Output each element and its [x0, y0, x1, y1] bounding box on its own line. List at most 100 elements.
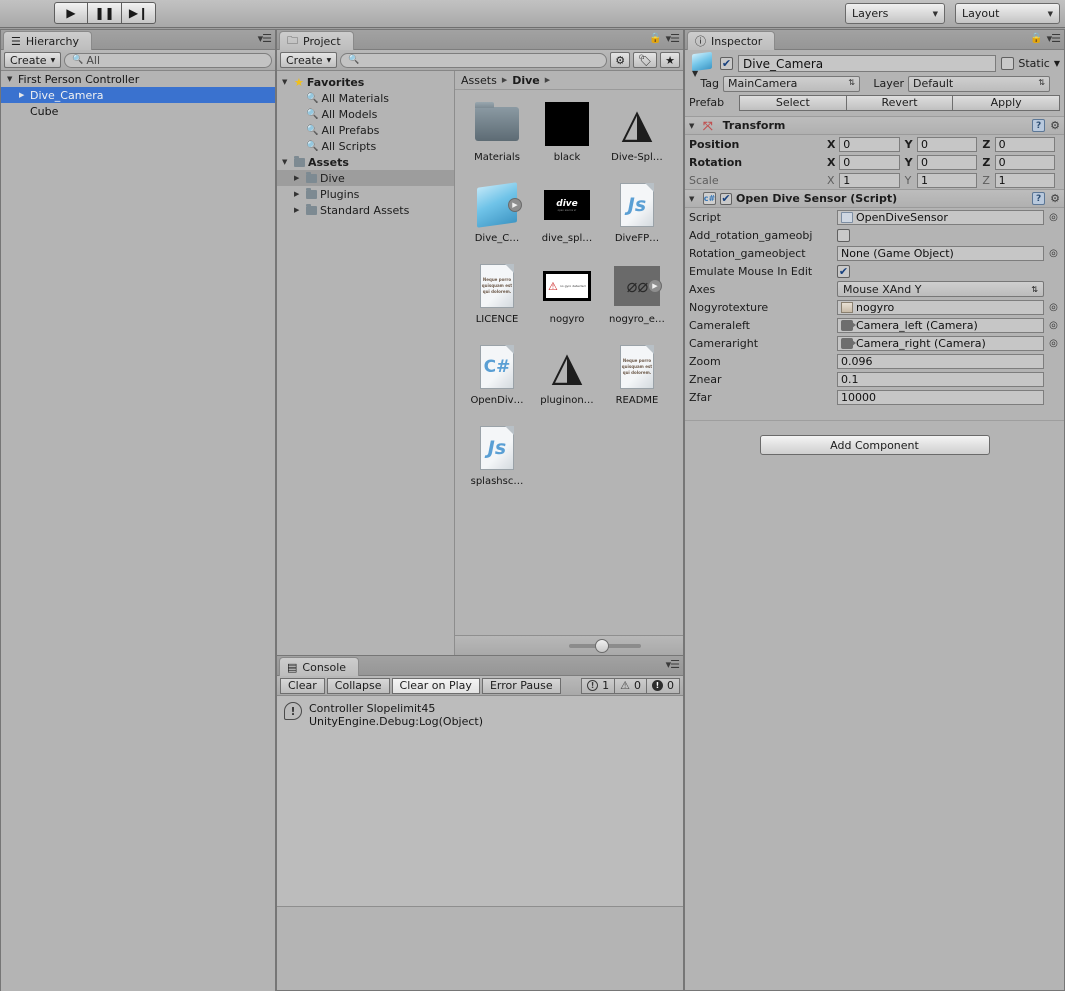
zoom-text-field[interactable]: 0.096: [837, 353, 1044, 369]
axes-dropdown[interactable]: Mouse XAnd Y ⇅: [837, 281, 1044, 297]
pause-button[interactable]: ❚❚: [88, 2, 122, 24]
expand-triangle-icon[interactable]: ▼: [282, 78, 291, 86]
asset-item[interactable]: C# OpenDiv…: [463, 343, 531, 422]
asset-item[interactable]: ◮ pluginon…: [533, 343, 601, 422]
asset-item[interactable]: black: [533, 100, 601, 179]
tag-dropdown[interactable]: MainCamera ⇅: [723, 75, 860, 92]
rotation-x-field[interactable]: 0: [839, 154, 900, 170]
help-icon[interactable]: ?: [1032, 192, 1046, 205]
console-error-count[interactable]: ! 0: [647, 677, 680, 694]
script-component-header[interactable]: ▼ c# ✔ Open Dive Sensor (Script) ? ⚙: [685, 189, 1064, 208]
nogyrotexture-object-picker-icon[interactable]: ◎: [1047, 302, 1060, 313]
gameobject-enabled-checkbox[interactable]: ✔: [720, 57, 733, 70]
panel-menu-icon[interactable]: ▾☰: [666, 32, 680, 45]
project-tree-item-all-scripts[interactable]: 🔍 All Scripts: [277, 138, 454, 154]
asset-item[interactable]: Neque porro quisquam est qui dolorem. RE…: [603, 343, 671, 422]
project-tree-item-favorites[interactable]: ▼ ★ Favorites: [277, 74, 454, 90]
gear-icon[interactable]: ⚙: [1050, 119, 1060, 132]
static-checkbox[interactable]: ✔: [1001, 57, 1015, 70]
favorite-button[interactable]: ★: [660, 52, 680, 68]
asset-item[interactable]: ▶ Dive_C…: [463, 181, 531, 260]
prefab-apply-button[interactable]: Apply: [953, 94, 1061, 111]
nogyrotexture-object-field[interactable]: nogyro: [837, 299, 1044, 315]
asset-item[interactable]: ⌀⌀ ▶ nogyro_e…: [603, 262, 671, 341]
emulate-mouse-in-edit-checkbox[interactable]: ✔: [837, 264, 850, 278]
console-error-pause-button[interactable]: Error Pause: [481, 677, 561, 694]
expand-triangle-icon[interactable]: ▶: [19, 91, 30, 99]
asset-item[interactable]: ◮ Dive-Spl…: [603, 100, 671, 179]
cameraright-object-picker-icon[interactable]: ◎: [1047, 338, 1060, 349]
panel-menu-icon[interactable]: ▾☰: [666, 658, 680, 671]
project-tree-item-all-models[interactable]: 🔍 All Models: [277, 106, 454, 122]
project-create-button[interactable]: Create ▼: [280, 52, 338, 68]
layout-dropdown[interactable]: Layout ▼: [955, 3, 1060, 24]
prefab-select-button[interactable]: Select: [739, 94, 847, 111]
lock-icon[interactable]: 🔒: [1030, 33, 1042, 44]
expand-triangle-icon[interactable]: ▶: [294, 206, 303, 214]
scale-z-field[interactable]: 1: [994, 172, 1055, 188]
slider-track[interactable]: [569, 638, 641, 653]
gameobject-name-field[interactable]: Dive_Camera: [738, 55, 997, 72]
project-tree-item-all-materials[interactable]: 🔍 All Materials: [277, 90, 454, 106]
gear-icon[interactable]: ⚙: [1050, 192, 1060, 205]
hierarchy-create-button[interactable]: Create ▼: [4, 52, 62, 68]
asset-item[interactable]: Materials: [463, 100, 531, 179]
project-search-input[interactable]: 🔍: [340, 52, 608, 68]
asset-item[interactable]: Js DiveFP…: [603, 181, 671, 260]
rotation-gameobject-object-picker-icon[interactable]: ◎: [1047, 248, 1060, 259]
rotation-gameobject-object-field[interactable]: None (Game Object): [837, 245, 1044, 261]
project-tree-item-assets[interactable]: ▼ Assets: [277, 154, 454, 170]
chevron-down-icon[interactable]: ▼: [692, 69, 698, 78]
cameraleft-object-picker-icon[interactable]: ◎: [1047, 320, 1060, 331]
panel-menu-icon[interactable]: ▾☰: [1047, 32, 1061, 45]
tab-console[interactable]: ▤ Console: [279, 657, 360, 676]
prefab-revert-button[interactable]: Revert: [846, 94, 954, 111]
step-button[interactable]: ▶❙: [122, 2, 156, 24]
thumbnail-size-slider[interactable]: [455, 635, 683, 655]
tab-inspector[interactable]: ⓘ Inspector: [687, 31, 776, 50]
panel-menu-icon[interactable]: ▾☰: [258, 32, 272, 45]
prefab-badge-icon[interactable]: ▶: [648, 279, 662, 293]
script-object-field[interactable]: OpenDiveSensor: [837, 209, 1044, 225]
rotation-y-field[interactable]: 0: [916, 154, 978, 170]
slider-knob[interactable]: [595, 638, 609, 653]
rotation-z-field[interactable]: 0: [994, 154, 1055, 170]
prefab-badge-icon[interactable]: ▶: [508, 198, 522, 212]
tab-project[interactable]: 🗀 Project: [279, 31, 354, 50]
project-tree-item-dive[interactable]: ▶ Dive: [277, 170, 454, 186]
static-toggle[interactable]: ✔ Static ▼: [1001, 57, 1060, 70]
expand-triangle-icon[interactable]: ▼: [7, 75, 18, 83]
help-icon[interactable]: ?: [1032, 119, 1046, 132]
console-warning-count[interactable]: ⚠ 0: [615, 677, 647, 694]
breadcrumb-item[interactable]: Assets: [461, 74, 497, 87]
chevron-down-icon[interactable]: ▼: [1054, 59, 1060, 68]
filter-by-label-button[interactable]: 🏷: [633, 52, 658, 68]
transform-component-header[interactable]: ▼ ⤧ Transform ? ⚙: [685, 116, 1064, 135]
tab-hierarchy[interactable]: ☰ Hierarchy: [3, 31, 93, 50]
collapse-triangle-icon[interactable]: ▼: [689, 195, 699, 203]
lock-icon[interactable]: 🔒: [649, 33, 661, 44]
collapse-triangle-icon[interactable]: ▼: [689, 122, 699, 130]
asset-item[interactable]: dive open source vr dive_spl…: [533, 181, 601, 260]
asset-item[interactable]: ⚠ no gyro detected nogyro: [533, 262, 601, 341]
filter-by-type-button[interactable]: ⚙: [610, 52, 631, 68]
console-clear-on-play-button[interactable]: Clear on Play: [391, 677, 480, 694]
layer-dropdown[interactable]: Default ⇅: [908, 75, 1050, 92]
cameraright-object-field[interactable]: Camera_right (Camera): [837, 335, 1044, 351]
add-rotation-gameobj-checkbox[interactable]: ✔: [837, 228, 850, 242]
expand-triangle-icon[interactable]: ▼: [282, 158, 291, 166]
znear-text-field[interactable]: 0.1: [837, 371, 1044, 387]
console-clear-button[interactable]: Clear: [280, 677, 325, 694]
script-enabled-checkbox[interactable]: ✔: [720, 192, 732, 205]
position-x-field[interactable]: 0: [839, 136, 900, 152]
project-tree-item-all-prefabs[interactable]: 🔍 All Prefabs: [277, 122, 454, 138]
script-object-picker-icon[interactable]: ◎: [1047, 212, 1060, 223]
add-component-button[interactable]: Add Component: [759, 435, 990, 455]
zfar-text-field[interactable]: 10000: [837, 389, 1044, 405]
console-collapse-button[interactable]: Collapse: [326, 677, 390, 694]
expand-triangle-icon[interactable]: ▶: [294, 190, 303, 198]
hierarchy-item-cube[interactable]: Cube: [1, 103, 275, 119]
layers-dropdown[interactable]: Layers ▼: [845, 3, 945, 24]
hierarchy-item-dive-camera[interactable]: ▶ Dive_Camera: [1, 87, 275, 103]
asset-item[interactable]: Js splashsc…: [463, 424, 531, 503]
